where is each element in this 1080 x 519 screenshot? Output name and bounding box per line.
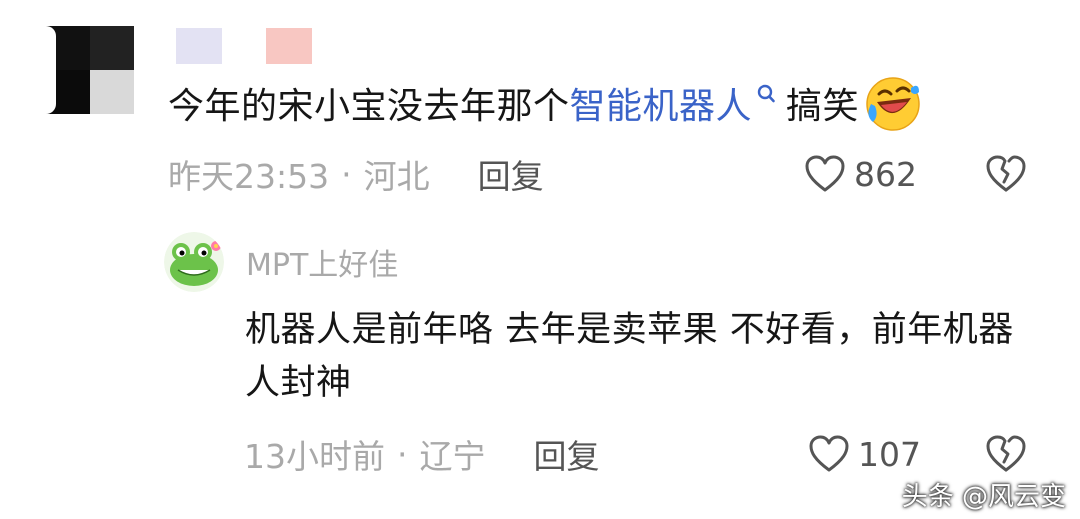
broken-heart-dislike-icon[interactable] [985, 154, 1027, 194]
watermark: 头条 @风云变 [901, 482, 1066, 512]
replier-avatar[interactable] [164, 232, 224, 292]
search-link[interactable]: 智能机器人 [570, 77, 753, 129]
username-redacted-block-1 [176, 28, 222, 64]
reply-like-button[interactable]: 107 [808, 432, 921, 476]
comment-text-prefix: 今年的宋小宝没去年那个 [168, 86, 570, 127]
reply-time: 13小时前 [244, 437, 385, 476]
search-icon[interactable] [756, 83, 776, 107]
username-redacted-block-2 [266, 28, 312, 64]
like-count: 862 [854, 154, 917, 194]
comment-location: 河北 [363, 157, 430, 196]
comment-time: 昨天23:53 [168, 157, 330, 196]
reply-button[interactable]: 回复 [478, 150, 544, 198]
commenter-avatar[interactable] [46, 26, 134, 114]
reply-body: 机器人是前年咯 去年是卖苹果 不好看，前年机器人封神 [245, 310, 1014, 403]
replier-username[interactable]: MPT上好佳 [246, 242, 398, 283]
meta-separator: · [341, 154, 352, 194]
meta-separator: · [397, 434, 408, 474]
heart-icon [809, 435, 849, 472]
comment-like-button[interactable]: 862 [804, 152, 917, 196]
comment-text-suffix: 搞笑 [786, 86, 860, 127]
reply-location: 辽宁 [419, 437, 486, 476]
reply-to-reply-button[interactable]: 回复 [534, 430, 600, 478]
like-count: 107 [858, 434, 921, 474]
comment-meta: 昨天23:53 · 河北 回复 [168, 154, 544, 197]
heart-icon [805, 155, 845, 192]
laugh-crying-emoji-icon [866, 77, 920, 131]
broken-heart-dislike-icon[interactable] [985, 434, 1027, 474]
comment-body: 今年的宋小宝没去年那个 智能机器人 搞笑 [168, 77, 921, 131]
reply-meta: 13小时前 · 辽宁 回复 [244, 434, 600, 477]
comment-thread: 今年的宋小宝没去年那个智能机器人搞笑 昨天23:53 · 河北 回复 862 [0, 0, 1080, 519]
